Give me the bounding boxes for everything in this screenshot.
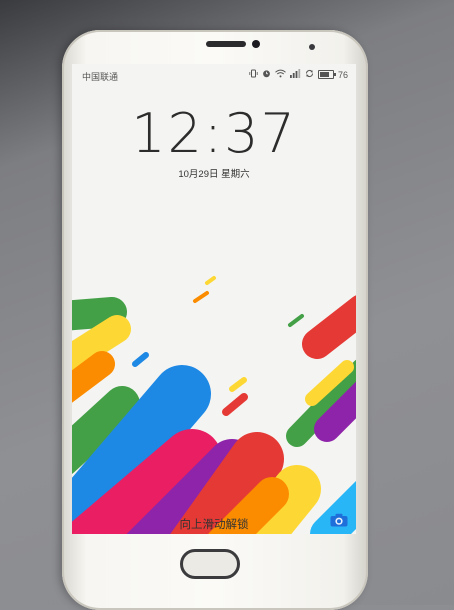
proximity-sensor — [309, 44, 315, 50]
home-button[interactable] — [180, 549, 240, 579]
carrier-label: 中国联通 — [82, 72, 119, 82]
battery-fill — [319, 72, 330, 77]
lock-screen[interactable]: 中国联通 76 12:37 10月29日 星期六 向上滑动解锁 — [72, 64, 356, 534]
wallpaper-stroke — [302, 295, 356, 359]
signal-icon — [289, 69, 301, 80]
lockscreen-clock: 12:37 — [131, 102, 297, 165]
camera-icon[interactable] — [330, 513, 348, 527]
battery-level: 76 — [337, 69, 348, 80]
wallpaper-stroke — [229, 377, 247, 392]
wallpaper-stroke — [72, 351, 115, 403]
vibrate-icon — [249, 69, 258, 80]
earpiece-speaker — [206, 41, 246, 47]
status-bar: 中国联通 76 — [72, 64, 356, 86]
sync-icon — [305, 69, 314, 80]
photo-scene: 中国联通 76 12:37 10月29日 星期六 向上滑动解锁 — [0, 0, 454, 610]
alarm-icon — [262, 69, 271, 80]
wifi-icon — [275, 69, 286, 80]
wallpaper-stroke — [72, 297, 127, 331]
battery-icon — [317, 70, 336, 79]
swipe-up-unlock-hint[interactable]: 向上滑动解锁 — [72, 516, 356, 532]
lockscreen-date: 10月29日 星期六 — [178, 169, 250, 180]
status-icons: 76 — [249, 69, 348, 80]
wallpaper-stroke — [205, 276, 216, 285]
wallpaper-stroke — [193, 291, 209, 303]
front-camera — [252, 40, 260, 48]
wallpaper-stroke — [288, 314, 304, 327]
wallpaper-stroke — [222, 393, 248, 416]
wallpaper-stroke — [132, 352, 149, 367]
